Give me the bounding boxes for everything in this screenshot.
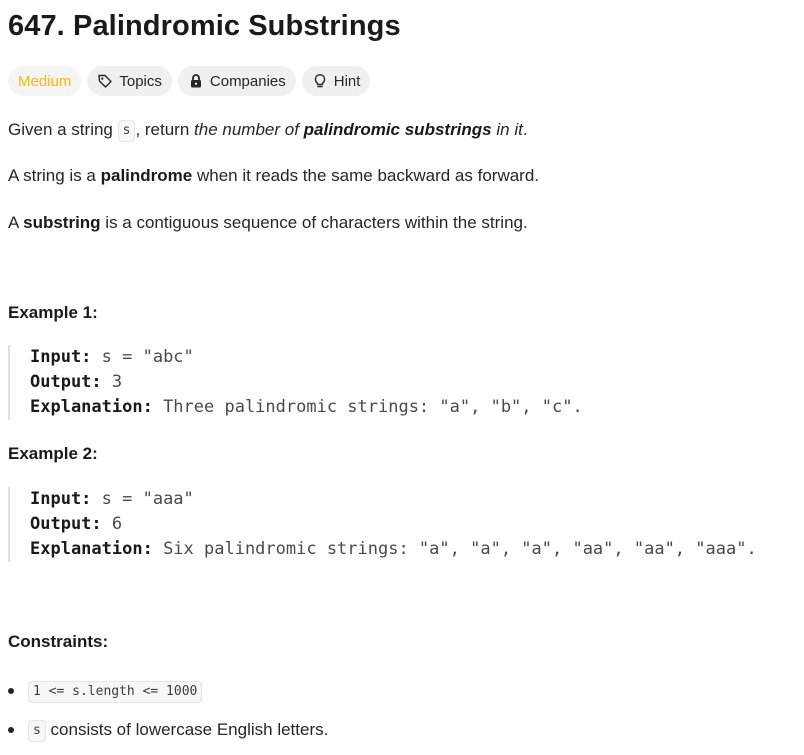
hint-label: Hint — [333, 72, 361, 90]
bold-term-substring: substring — [23, 213, 101, 232]
constraint-item-2: s consists of lowercase English letters. — [8, 718, 328, 742]
input-value: s = "aaa" — [91, 489, 194, 509]
lightbulb-icon — [314, 74, 325, 88]
constraint-item-1: 1 <= s.length <= 1000 — [8, 679, 328, 703]
constraint-code: 1 <= s.length <= 1000 — [28, 680, 203, 703]
difficulty-badge: Medium — [8, 66, 82, 96]
example-1-output: Output: 3 — [30, 370, 583, 395]
text-fragment: , return — [135, 120, 195, 139]
text-fragment: A string is a — [8, 166, 101, 185]
example-2-block: Input: s = "aaa" Output: 6 Explanation: … — [8, 487, 757, 562]
explanation-value: Six palindromic strings: "a", "a", "a", … — [152, 539, 757, 559]
text-fragment: . — [522, 120, 528, 139]
example-2-explanation: Explanation: Six palindromic strings: "a… — [30, 537, 757, 562]
text-fragment: is a contiguous sequence of characters w… — [100, 213, 528, 232]
description-paragraph-2: A string is a palindrome when it reads t… — [8, 164, 539, 188]
description-paragraph-3: A substring is a contiguous sequence of … — [8, 211, 528, 235]
output-value: 3 — [101, 372, 123, 392]
example-1-block: Input: s = "abc" Output: 3 Explanation: … — [8, 345, 583, 420]
companies-label: Companies — [209, 72, 286, 90]
inline-code-s: s — [117, 119, 136, 142]
italic-text: the number of — [194, 120, 304, 139]
text-fragment: Given a string — [8, 120, 118, 139]
italic-text: in it — [491, 120, 523, 139]
tag-row: Medium Topics Companies Hint — [8, 66, 371, 96]
example-1-explanation: Explanation: Three palindromic strings: … — [30, 395, 583, 420]
output-value: 6 — [101, 514, 123, 534]
explanation-value: Three palindromic strings: "a", "b", "c"… — [152, 397, 583, 417]
hint-button[interactable]: Hint — [301, 66, 371, 96]
tag-icon — [98, 74, 113, 88]
input-label: Input: — [30, 489, 92, 509]
description-paragraph-1: Given a string s, return the number of p… — [8, 118, 528, 142]
example-2-input: Input: s = "aaa" — [30, 487, 757, 512]
explanation-label: Explanation: — [30, 397, 153, 417]
lock-icon — [190, 74, 201, 88]
example-2-output: Output: 6 — [30, 512, 757, 537]
example-1-input: Input: s = "abc" — [30, 345, 583, 370]
topics-button[interactable]: Topics — [87, 66, 172, 96]
text-fragment: when it reads the same backward as forwa… — [192, 166, 540, 185]
input-value: s = "abc" — [91, 347, 194, 367]
output-label: Output: — [30, 372, 102, 392]
constraints-heading: Constraints: — [8, 632, 109, 651]
text-fragment: A — [8, 213, 24, 232]
problem-title[interactable]: 647. Palindromic Substrings — [8, 10, 401, 43]
input-label: Input: — [30, 347, 92, 367]
example-2-heading: Example 2: — [8, 444, 98, 463]
topics-label: Topics — [119, 72, 162, 90]
constraints-list: 1 <= s.length <= 1000 s consists of lowe… — [8, 679, 328, 742]
constraint-text: consists of lowercase English letters. — [45, 720, 329, 739]
explanation-label: Explanation: — [30, 539, 153, 559]
bold-italic-term: palindromic substrings — [303, 120, 492, 139]
inline-code-s: s — [28, 719, 46, 742]
output-label: Output: — [30, 514, 102, 534]
companies-button[interactable]: Companies — [177, 66, 296, 96]
example-1-heading: Example 1: — [8, 303, 98, 322]
bold-term-palindrome: palindrome — [100, 166, 193, 185]
